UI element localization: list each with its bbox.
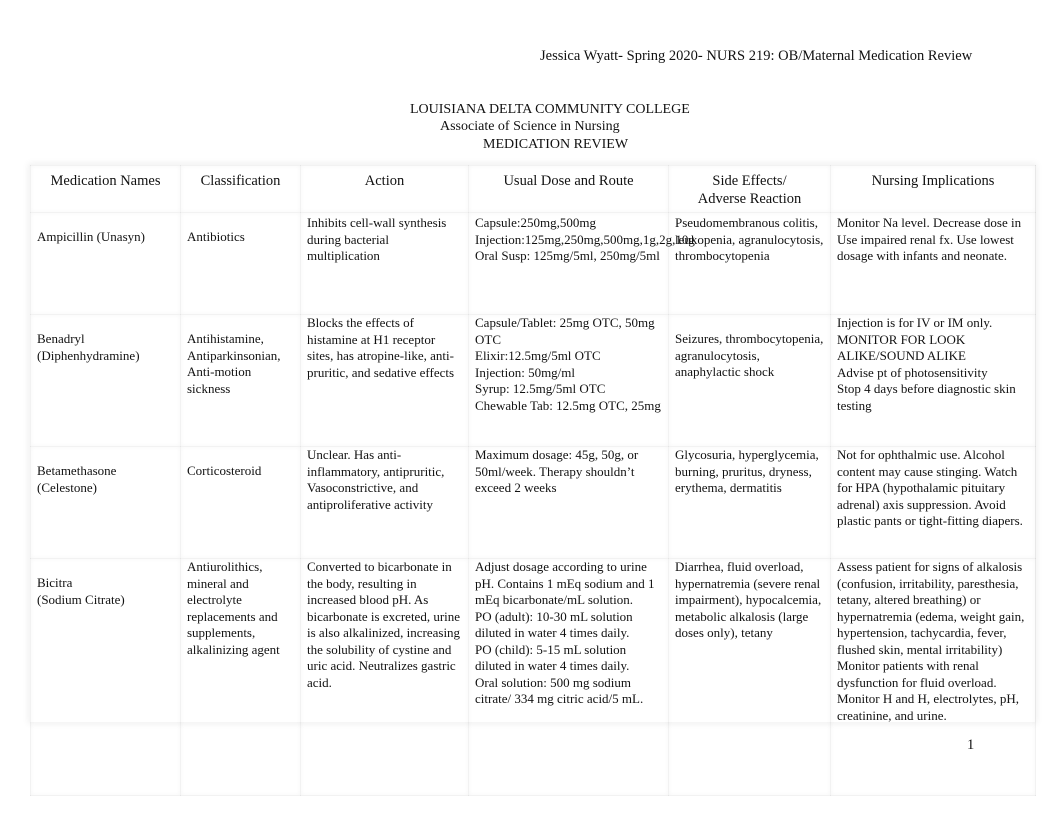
table-row: Benadryl (Diphenhydramine) Antihistamine… xyxy=(30,314,1036,447)
classification-cell: Antihistamine, Antiparkinsonian, Anti-mo… xyxy=(180,314,301,447)
side-effects-cell: Seizures, thrombocytopenia, agranulocyto… xyxy=(668,314,831,447)
table-header-row: Medication Names Classification Action U… xyxy=(30,165,1036,213)
document-header: Jessica Wyatt- Spring 2020- NURS 219: OB… xyxy=(540,48,973,64)
medication-name-cell: Benadryl (Diphenhydramine) xyxy=(30,314,181,447)
nursing-implications-cell: Assess patient for signs of alkalosis (c… xyxy=(830,558,1036,796)
action-cell: Unclear. Has anti-inflammatory, antiprur… xyxy=(300,446,469,559)
table-row: Ampicillin (Unasyn) Antibiotics Inhibits… xyxy=(30,212,1036,315)
side-effects-cell: Pseudomembranous colitis, leukopenia, ag… xyxy=(668,212,831,315)
action-cell: Converted to bicarbonate in the body, re… xyxy=(300,558,469,796)
nursing-implications-cell: Not for ophthalmic use. Alcohol content … xyxy=(830,446,1036,559)
column-header-medication-names: Medication Names xyxy=(30,165,181,213)
side-effects-cell: Diarrhea, fluid overload, hypernatremia … xyxy=(668,558,831,796)
page-number: 1 xyxy=(967,737,975,753)
medication-name-cell: Betamethasone (Celestone) xyxy=(30,446,181,559)
medication-table-container: Medication Names Classification Action U… xyxy=(30,165,1036,796)
table-row: Betamethasone (Celestone) Corticosteroid… xyxy=(30,446,1036,559)
table-row: Bicitra (Sodium Citrate) Antiurolithics,… xyxy=(30,558,1036,796)
medication-name-cell: Ampicillin (Unasyn) xyxy=(30,212,181,315)
column-header-side-effects: Side Effects/ Adverse Reaction xyxy=(668,165,831,213)
classification-cell: Antiurolithics, mineral and electrolyte … xyxy=(180,558,301,796)
side-effects-cell: Glycosuria, hyperglycemia, burning, prur… xyxy=(668,446,831,559)
action-cell: Inhibits cell-wall synthesis during bact… xyxy=(300,212,469,315)
nursing-implications-cell: Injection is for IV or IM only. MONITOR … xyxy=(830,314,1036,447)
dose-route-cell: Capsule:250mg,500mg Injection:125mg,250m… xyxy=(468,212,695,315)
dose-route-cell: Maximum dosage: 45g, 50g, or 50ml/week. … xyxy=(468,446,669,559)
dose-route-cell: Capsule/Tablet: 25mg OTC, 50mg OTC Elixi… xyxy=(468,314,669,447)
column-header-classification: Classification xyxy=(180,165,301,213)
column-header-action: Action xyxy=(300,165,469,213)
column-header-nursing-implications: Nursing Implications xyxy=(830,165,1036,213)
action-cell: Blocks the effects of histamine at H1 re… xyxy=(300,314,469,447)
classification-cell: Antibiotics xyxy=(180,212,301,315)
medication-table: Medication Names Classification Action U… xyxy=(30,165,1036,796)
nursing-implications-cell: Monitor Na level. Decrease dose in Use i… xyxy=(830,212,1036,315)
program-name: Associate of Science in Nursing xyxy=(440,119,620,134)
medication-name-cell: Bicitra (Sodium Citrate) xyxy=(30,558,181,796)
dose-route-cell: Adjust dosage according to urine pH. Con… xyxy=(468,558,669,796)
document-title: MEDICATION REVIEW xyxy=(483,137,629,152)
classification-cell: Corticosteroid xyxy=(180,446,301,559)
institution-name: LOUISIANA DELTA COMMUNITY COLLEGE xyxy=(410,102,690,117)
column-header-usual-dose-route: Usual Dose and Route xyxy=(468,165,669,213)
